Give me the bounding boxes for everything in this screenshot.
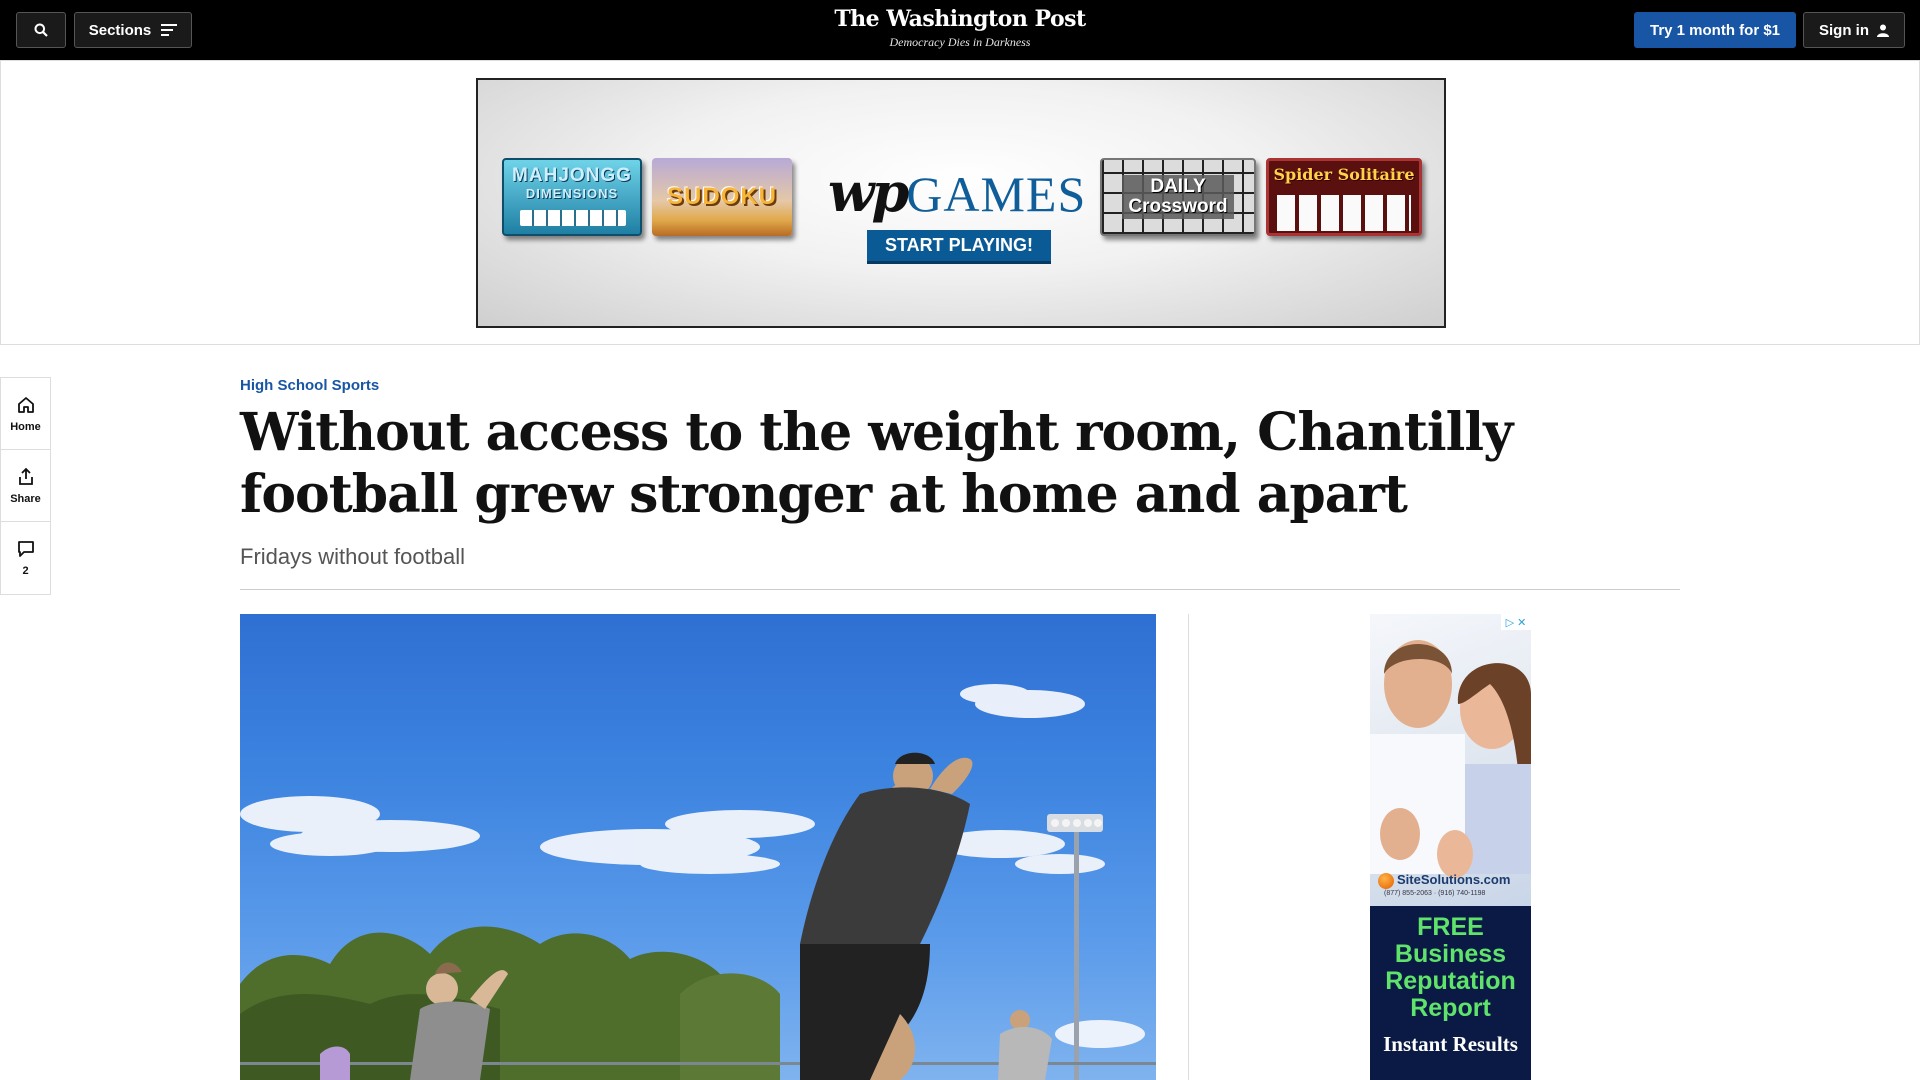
spider-solitaire-title: Spider Solitaire xyxy=(1273,165,1415,184)
article-headline: Without access to the weight room, Chant… xyxy=(240,402,1513,525)
adchoices-icon: ▷ xyxy=(1505,616,1515,629)
crossword-title-line2: Crossword xyxy=(1128,196,1228,217)
user-icon xyxy=(1877,24,1889,37)
wp-games-banner-ad[interactable]: MAHJONGG DIMENSIONS SUDOKU wpGAMES START… xyxy=(476,78,1446,328)
daily-crossword-tile[interactable]: DAILY Crossword xyxy=(1100,158,1256,236)
subscribe-button[interactable]: Try 1 month for $1 xyxy=(1634,12,1796,48)
player-main-graphic xyxy=(800,752,973,1080)
offer-line-3: Reputation xyxy=(1385,967,1516,995)
lead-photo-illustration xyxy=(240,684,1156,1080)
sidebar-ad[interactable]: ▷ ✕ SiteSolutions.com (877) 855-2063 · (… xyxy=(1370,614,1531,1080)
sitesolutions-phone: (877) 855-2063 · (916) 740-1198 xyxy=(1384,890,1486,897)
rail-comments-button[interactable]: 2 xyxy=(1,522,50,594)
sudoku-tile[interactable]: SUDOKU xyxy=(652,158,792,236)
wp-games-logo: wpGAMES xyxy=(828,160,1085,224)
sections-label: Sections xyxy=(88,21,152,39)
mahjongg-title: MAHJONGG xyxy=(512,165,632,186)
cards-graphic xyxy=(1277,195,1411,231)
top-navigation-bar: Sections The Washington Post Democracy D… xyxy=(0,0,1920,60)
instant-results-text: Instant Results xyxy=(1383,1032,1518,1056)
share-icon xyxy=(18,467,33,485)
rail-share-label: Share xyxy=(10,492,41,505)
section-kicker-link[interactable]: High School Sports xyxy=(240,377,379,394)
rail-home-label: Home xyxy=(10,420,41,433)
wp-logo-mark: wp xyxy=(828,160,909,224)
offer-line-4: Report xyxy=(1410,994,1491,1022)
article-side-rail: Home Share 2 xyxy=(0,377,51,595)
close-icon[interactable]: ✕ xyxy=(1517,616,1526,629)
masthead-tagline: Democracy Dies in Darkness xyxy=(889,35,1031,49)
mahjongg-tiles-graphic xyxy=(520,210,626,226)
crossword-title-line1: DAILY xyxy=(1150,176,1206,197)
offer-line-2: Business xyxy=(1394,940,1507,968)
masthead-title: The Washington Post xyxy=(834,6,1086,32)
mahjongg-dimensions-tile[interactable]: MAHJONGG DIMENSIONS xyxy=(502,158,642,236)
comment-icon xyxy=(17,541,34,557)
home-icon xyxy=(17,396,34,413)
start-playing-button[interactable]: START PLAYING! xyxy=(867,230,1051,264)
menu-icon xyxy=(161,24,178,36)
sidebar-ad-photo xyxy=(1370,614,1531,906)
offer-line-1: FREE xyxy=(1417,913,1484,941)
sidebar-ad-offer: FREE Business Reputation Report Instant … xyxy=(1370,906,1531,1080)
sign-in-label: Sign in xyxy=(1819,21,1869,39)
masthead-logo[interactable]: The Washington Post Democracy Dies in Da… xyxy=(810,6,1110,50)
sudoku-title: SUDOKU xyxy=(666,183,777,210)
sitesolutions-ball-icon xyxy=(1378,872,1394,889)
sitesolutions-logo: SiteSolutions.com xyxy=(1378,872,1524,889)
sign-in-button[interactable]: Sign in xyxy=(1803,12,1905,48)
rail-comments-count: 2 xyxy=(22,565,29,577)
smiling-people-illustration xyxy=(1370,640,1531,878)
search-icon xyxy=(34,23,48,37)
player-right-graphic xyxy=(998,1010,1052,1080)
adchoices-badge[interactable]: ▷ ✕ xyxy=(1501,614,1531,630)
banner-ad-container: MAHJONGG DIMENSIONS SUDOKU wpGAMES START… xyxy=(0,60,1920,345)
rail-share-button[interactable]: Share xyxy=(1,450,50,522)
rail-home-button[interactable]: Home xyxy=(1,378,50,450)
mahjongg-subtitle: DIMENSIONS xyxy=(525,186,619,201)
article-subheadline: Fridays without football xyxy=(240,544,465,569)
header-divider xyxy=(240,589,1680,590)
search-button[interactable] xyxy=(16,12,66,48)
spider-solitaire-tile[interactable]: Spider Solitaire xyxy=(1266,158,1422,236)
sitesolutions-logo-text: SiteSolutions.com xyxy=(1397,872,1511,887)
lead-photo[interactable] xyxy=(240,614,1156,1080)
column-divider xyxy=(1188,614,1189,1080)
sections-button[interactable]: Sections xyxy=(74,12,192,48)
games-wordmark: GAMES xyxy=(906,166,1087,222)
